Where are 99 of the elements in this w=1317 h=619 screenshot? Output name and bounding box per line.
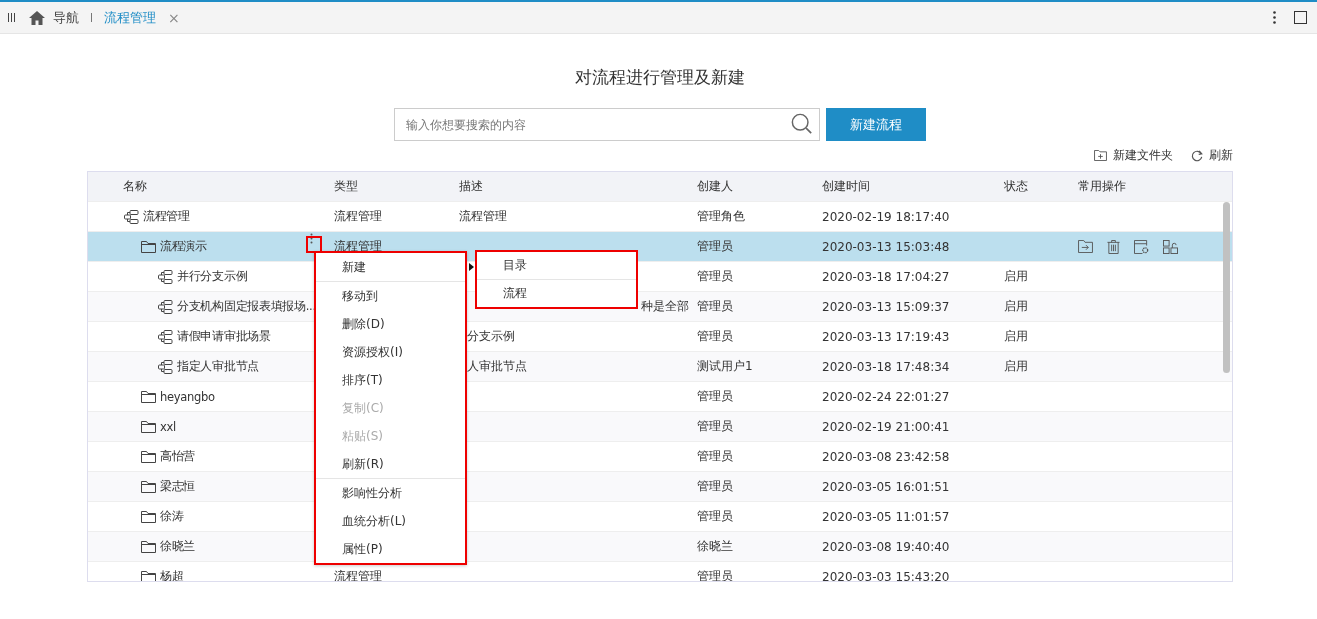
table-cell: 管理员	[697, 238, 733, 255]
flow-icon	[158, 359, 173, 374]
table-cell: 流程管理	[334, 238, 382, 255]
table-cell: 人审批节点	[467, 358, 527, 375]
folder-icon	[141, 540, 156, 553]
new-flow-button[interactable]: 新建流程	[826, 108, 926, 141]
name-cell: 梁志恒	[160, 479, 196, 494]
column-header: 类型	[333, 178, 359, 195]
move-icon[interactable]	[1078, 240, 1093, 253]
menu-item[interactable]: 血统分析(L)	[316, 507, 465, 535]
column-header: 状态	[1003, 178, 1029, 195]
page-title: 对流程进行管理及新建	[574, 66, 746, 88]
table-cell: 管理员	[697, 568, 733, 581]
menu-item[interactable]: 流程	[477, 279, 636, 307]
table-cell: 分支示例	[467, 328, 515, 345]
table-cell: 管理员	[697, 268, 733, 285]
table-cell: 管理员	[697, 508, 733, 525]
column-header: 创建时间	[821, 178, 871, 195]
table-cell: 徐晓兰	[697, 538, 733, 555]
flow-icon	[158, 269, 173, 284]
table-cell: 管理员	[697, 328, 733, 345]
flow-icon	[158, 299, 173, 314]
search-field[interactable]: 输入你想要搜索的内容	[394, 108, 820, 141]
table-cell: 2020-03-05 16:01:51	[822, 479, 950, 494]
folder-icon	[141, 420, 156, 433]
table-cell: 流程管理	[334, 568, 382, 581]
flow-icon	[124, 209, 139, 224]
name-cell: 并行分支示例	[177, 269, 248, 284]
menu-item[interactable]: 排序(T)	[316, 366, 465, 394]
name-cell: 徐涛	[160, 509, 184, 524]
table-cell: 管理员	[697, 298, 733, 315]
table-cell: 2020-03-18 17:04:27	[822, 269, 950, 284]
column-header: 常用操作	[1077, 178, 1127, 195]
table-cell: 管理员	[697, 448, 733, 465]
more-icon[interactable]	[1273, 11, 1276, 24]
menu-item[interactable]: 影响性分析	[316, 479, 465, 507]
name-cell: 高怡营	[160, 449, 196, 464]
table-cell: 流程管理	[334, 208, 382, 225]
table-cell: 管理员	[697, 478, 733, 495]
table-cell: 管理角色	[697, 208, 745, 225]
menu-item[interactable]: 移动到	[316, 282, 465, 310]
menu-item[interactable]: 删除(D)	[316, 310, 465, 338]
table-cell: 2020-02-19 18:17:40	[822, 209, 950, 224]
table-cell: 2020-03-18 17:48:34	[822, 359, 950, 374]
column-header: 名称	[122, 178, 148, 195]
status-cell: 启用	[1004, 328, 1028, 345]
table-cell: 流程管理	[459, 208, 507, 225]
menu-icon[interactable]	[8, 13, 15, 22]
folder-icon	[141, 570, 156, 581]
name-cell: 请假申请审批场景	[177, 329, 271, 344]
table-cell: 2020-02-19 21:00:41	[822, 419, 950, 434]
name-cell: 分支机构固定报表填报场...	[177, 299, 316, 314]
flow-icon	[158, 329, 173, 344]
refresh-button[interactable]: 刷新	[1191, 146, 1233, 165]
lock-icon[interactable]	[1163, 239, 1178, 254]
settings-icon[interactable]	[1134, 239, 1149, 254]
table-cell: 2020-03-13 17:19:43	[822, 329, 950, 344]
folder-icon	[141, 510, 156, 523]
scrollbar-thumb[interactable]	[1223, 202, 1230, 373]
name-cell: xxl	[160, 419, 176, 434]
maximize-icon[interactable]	[1294, 11, 1307, 24]
status-cell: 启用	[1004, 358, 1028, 375]
name-cell: 杨超	[160, 569, 184, 581]
status-cell: 启用	[1004, 268, 1028, 285]
tab[interactable]: 流程管理	[104, 8, 156, 27]
table-cell: 管理员	[697, 418, 733, 435]
folder-icon	[141, 450, 156, 463]
tab[interactable]: 导航	[29, 8, 79, 27]
table-cell: 2020-03-08 23:42:58	[822, 449, 950, 464]
table-cell: 2020-03-03 15:43:20	[822, 569, 950, 581]
folder-plus-icon	[1094, 150, 1107, 161]
table-cell: 2020-03-08 19:40:40	[822, 539, 950, 554]
refresh-icon	[1191, 149, 1203, 162]
column-header: 创建人	[696, 178, 734, 195]
name-cell: heyangbo	[160, 389, 215, 404]
menu-item[interactable]: 刷新(R)	[316, 450, 465, 478]
table-cell: 2020-03-05 11:01:57	[822, 509, 950, 524]
table-cell: 2020-03-13 15:03:48	[822, 239, 950, 254]
name-cell: 指定人审批节点	[177, 359, 259, 374]
status-cell: 启用	[1004, 298, 1028, 315]
submenu-arrow-icon	[469, 263, 474, 271]
folder-icon	[141, 390, 156, 403]
home-icon	[29, 10, 45, 25]
table-cell: 2020-03-13 15:09:37	[822, 299, 950, 314]
name-cell: 流程演示	[160, 239, 207, 254]
trash-icon[interactable]	[1107, 239, 1120, 254]
table-cell: 管理员	[697, 388, 733, 405]
folder-icon	[141, 240, 156, 253]
table-cell: 种是全部	[641, 298, 689, 315]
search-icon[interactable]	[791, 113, 813, 135]
folder-icon	[141, 480, 156, 493]
table-cell: 测试用户1	[697, 358, 753, 375]
name-cell: 徐晓兰	[160, 539, 196, 554]
new-folder-button[interactable]: 新建文件夹	[1094, 146, 1173, 165]
column-header: 描述	[458, 178, 484, 195]
table-cell: 2020-02-24 22:01:27	[822, 389, 950, 404]
name-cell: 流程管理	[143, 209, 190, 224]
menu-item[interactable]: 资源授权(I)	[316, 338, 465, 366]
menu-item[interactable]: 属性(P)	[316, 535, 465, 563]
